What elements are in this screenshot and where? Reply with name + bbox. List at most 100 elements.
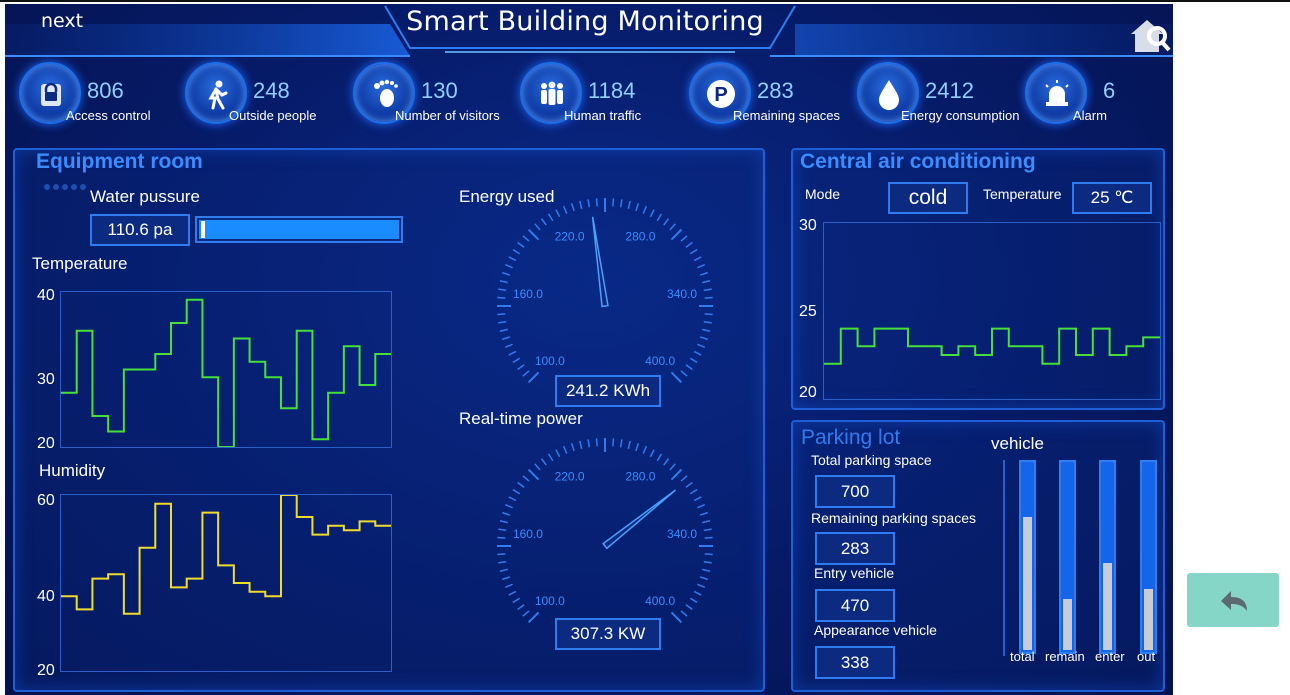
gauge-tick [555, 209, 561, 218]
vehicle-bar-remain [1059, 460, 1076, 654]
ac-tick-mid: 25 [799, 303, 817, 320]
humidity-chart [60, 494, 392, 672]
gauge-tick [579, 200, 583, 209]
gauge-tick [497, 553, 506, 556]
home-search-icon[interactable] [1127, 14, 1173, 56]
temperature-setting-label: Temperature [983, 186, 1062, 202]
vehicle-bar-fill [1063, 598, 1072, 650]
gauge-tick [703, 320, 712, 324]
top-border [0, 0, 1290, 2]
gauge-tick [635, 443, 640, 452]
gauge-tick [497, 536, 506, 539]
appearance-vehicle-label: Appearance vehicle [814, 622, 937, 638]
dashboard-screen: next Smart Building Monitoring 806 Acces… [5, 4, 1173, 695]
gauge-tick [663, 458, 670, 466]
gauge-tick [497, 296, 506, 299]
gauge-tick [670, 468, 683, 481]
mode-value: cold [888, 182, 968, 214]
vehicle-bar-enter [1099, 460, 1116, 654]
gauge-tick-label: 100.0 [535, 354, 565, 368]
gauge-tick [527, 468, 540, 481]
gauge-tick-label: 220.0 [555, 230, 585, 244]
gauge-tick [704, 296, 713, 299]
water-pressure-bar-fill [199, 220, 399, 239]
remaining-parking-value: 283 [815, 532, 895, 565]
gauge-tick [547, 213, 554, 222]
gauge-tick [612, 198, 615, 207]
gauge-tick [642, 205, 648, 214]
gauge-tick [619, 199, 623, 208]
gauge-tick [702, 280, 711, 284]
water-pressure-value: 110.6 pa [90, 214, 190, 246]
gauge-tick-label: 100.0 [535, 594, 565, 608]
vehicle-bar-fill [1144, 589, 1153, 650]
gauge-tick [627, 440, 631, 449]
gauge-tick [702, 520, 711, 524]
bar-label-total: total [1010, 649, 1035, 664]
water-pressure-label: Water pussure [90, 187, 200, 206]
gauge-tick [689, 597, 698, 604]
gauge-tick [527, 611, 540, 624]
next-link[interactable]: next [41, 10, 83, 32]
chart-series-line [61, 298, 391, 447]
gauge-tick [534, 463, 541, 471]
back-button[interactable] [1187, 573, 1279, 627]
gauge-tick [512, 357, 521, 364]
gauge-tick [689, 357, 698, 364]
gauge-tick [685, 364, 693, 371]
gauge-tick [635, 203, 640, 212]
gauge-needle [591, 216, 609, 308]
gauge-tick [595, 438, 598, 447]
stat-value: 130 [421, 78, 458, 103]
stat-value: 2412 [925, 78, 974, 103]
gauge-tick [499, 280, 508, 284]
gauge-tick [534, 223, 541, 231]
gauge-tick [547, 453, 554, 462]
gauge-tick [522, 235, 530, 242]
gauge-tick [522, 370, 530, 377]
gauge-tick [562, 445, 568, 454]
gauge-tick-label: 160.0 [513, 527, 543, 541]
gauge-tick [693, 350, 702, 356]
gauge-tick-label: 280.0 [625, 470, 655, 484]
hum-tick-min: 20 [37, 662, 55, 679]
gauge-tick [704, 313, 713, 316]
gauge-tick [502, 336, 511, 341]
gauge-tick [612, 438, 615, 447]
temperature-chart [60, 291, 392, 448]
stat-label: Human traffic [564, 108, 642, 123]
svg-text:P: P [714, 84, 727, 106]
gauge-tick [540, 458, 547, 466]
gauge-tick [517, 481, 525, 488]
gauge-tick [498, 560, 507, 564]
stat-label: Remaining spaces [733, 108, 840, 123]
page-title: Smart Building Monitoring [406, 6, 764, 37]
gauge-tick [697, 343, 706, 349]
gauge-tick [699, 511, 708, 516]
gauge-tick [499, 328, 508, 332]
chart-series-line [61, 495, 391, 615]
bar-label-out: out [1137, 649, 1156, 664]
gauge-tick-label: 400.0 [645, 354, 675, 368]
gauge-tick [498, 528, 507, 532]
aircon-title: Central air conditioning [800, 150, 1036, 173]
mode-label: Mode [805, 186, 841, 202]
gauge-tick [693, 256, 702, 262]
gauge-tick [504, 583, 513, 589]
gauge-tick [689, 248, 698, 255]
appearance-vehicle-value: 338 [815, 646, 895, 679]
stat-value: 6 [1103, 78, 1116, 103]
gauge-tick [693, 496, 702, 502]
hum-tick-max: 60 [37, 492, 55, 509]
realtime-power-gauge: 100.0 160.0 220.0 280.0 340.0 400.0 [497, 438, 713, 624]
gauge-tick [670, 228, 683, 241]
gauge-tick [685, 604, 693, 611]
gauge-tick [670, 611, 683, 624]
temp-tick-mid: 30 [37, 371, 55, 388]
energy-used-gauge: 100.0 160.0 220.0 280.0 340.0 400.0 [497, 198, 713, 384]
chart-series-line [824, 327, 1160, 365]
gauge-tick-label: 400.0 [645, 594, 675, 608]
stat-label: Energy consumption [901, 108, 1020, 123]
gauge-tick [699, 271, 708, 276]
temperature-setting-value: 25 ℃ [1072, 182, 1152, 214]
